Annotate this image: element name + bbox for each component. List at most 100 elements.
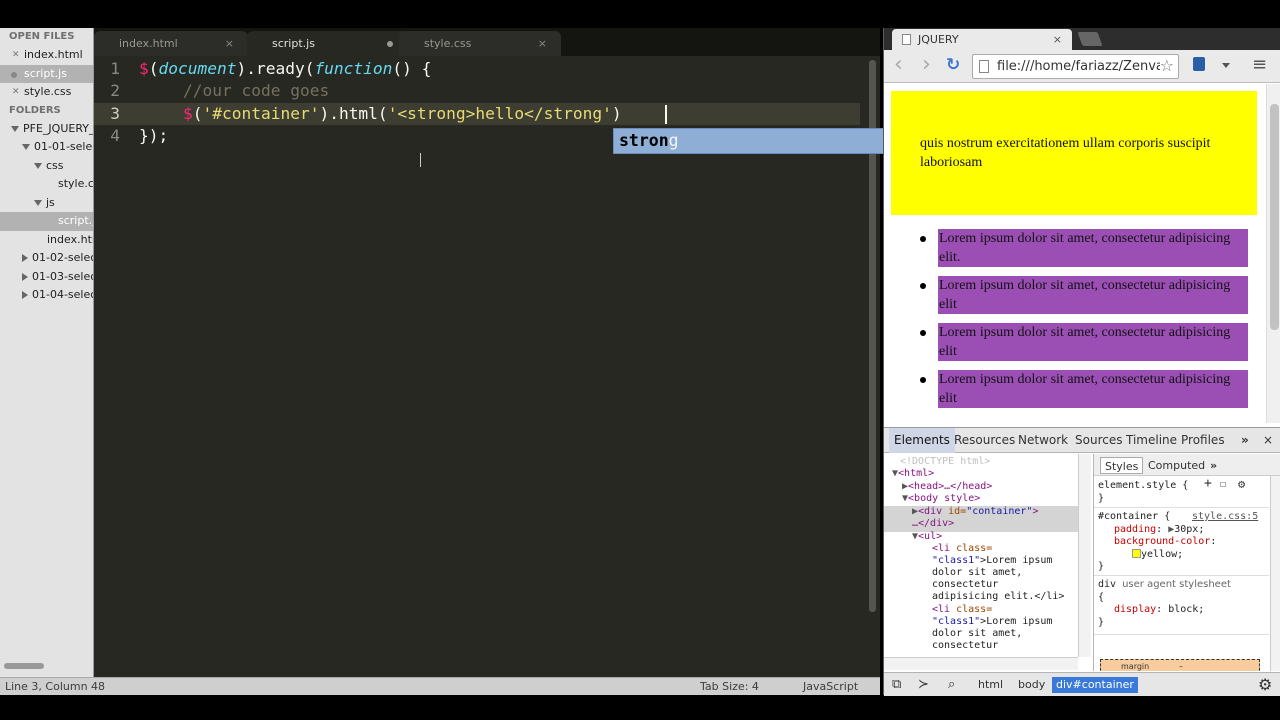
close-icon[interactable]: ×: [538, 31, 547, 56]
dom-text: dolor sit amet,: [932, 567, 1023, 578]
folder-01-02[interactable]: 01-02-selec: [0, 249, 93, 268]
chevron-down-icon[interactable]: [34, 199, 42, 206]
gear-icon[interactable]: ⚙: [1238, 478, 1245, 491]
extension-icon[interactable]: [1193, 57, 1205, 71]
autocomplete-popup[interactable]: strong: [613, 128, 896, 154]
dom-horizontal-scrollbar[interactable]: [884, 657, 1078, 670]
add-rule-icon[interactable]: +: [1204, 477, 1212, 491]
dom-node[interactable]: ▼<html>: [892, 468, 934, 481]
more-tabs-icon[interactable]: »: [1241, 428, 1249, 453]
close-icon[interactable]: ✕: [12, 83, 20, 102]
file-script-js[interactable]: script.j: [0, 212, 93, 231]
dom-node[interactable]: "class1">Lorem ipsum: [932, 555, 1052, 568]
css-declaration-value[interactable]: yellow;: [1132, 549, 1183, 562]
tab-style-css[interactable]: style.css ×: [399, 31, 561, 56]
folder-01-04[interactable]: 01-04-selec: [0, 286, 93, 305]
console-icon[interactable]: ≻: [918, 677, 929, 692]
close-icon[interactable]: ✕: [12, 46, 20, 65]
css-prop: background-color: [1114, 536, 1211, 547]
color-swatch-icon[interactable]: [1132, 549, 1141, 558]
styles-scrollbar[interactable]: [1270, 476, 1280, 671]
tab-script-js[interactable]: script.js: [247, 31, 409, 56]
file-style-css[interactable]: style.c: [0, 175, 93, 194]
address-url: file:///home/fariazz/Zenva: [997, 59, 1164, 74]
new-tab-button[interactable]: [1077, 32, 1103, 46]
css-declaration[interactable]: background-color:: [1114, 536, 1216, 549]
styles-panel[interactable]: Styles Computed » element.style { + ☐ ⚙ …: [1093, 454, 1280, 671]
close-devtools-icon[interactable]: ×: [1263, 428, 1273, 453]
dom-node[interactable]: ▼<ul>: [912, 531, 942, 544]
dom-scrollbar[interactable]: [1078, 454, 1091, 657]
dom-attr: class=: [956, 604, 993, 615]
breadcrumb-html[interactable]: html: [974, 677, 1007, 693]
dom-node[interactable]: <li class=: [932, 604, 992, 617]
page-scrollbar-thumb[interactable]: [1270, 104, 1279, 330]
breadcrumb-body[interactable]: body: [1014, 677, 1049, 693]
more-icon[interactable]: »: [1206, 457, 1221, 474]
folder-01-01[interactable]: 01-01-selec: [0, 138, 93, 157]
bookmark-star-icon[interactable]: ☆: [1159, 55, 1174, 77]
chevron-right-icon[interactable]: [22, 291, 28, 299]
breadcrumb-div-container[interactable]: div#container: [1052, 677, 1138, 693]
menu-icon[interactable]: ≡: [1252, 54, 1267, 75]
chevron-down-icon[interactable]: [34, 162, 42, 169]
tab-size-indicator[interactable]: Tab Size: 4: [700, 678, 759, 695]
tab-profiles[interactable]: Profiles: [1181, 428, 1225, 453]
dom-node[interactable]: "class1">Lorem ipsum: [932, 616, 1052, 629]
file-index-html[interactable]: index.htm: [0, 231, 93, 250]
dropdown-arrow-icon[interactable]: [1222, 63, 1230, 68]
gear-icon[interactable]: ⚙: [1258, 675, 1272, 694]
dom-tag: <html>: [898, 468, 935, 479]
dom-tree-panel[interactable]: <!DOCTYPE html> ▼<html> ▶<head>…</head> …: [884, 454, 1092, 671]
reload-icon[interactable]: ↻: [946, 55, 960, 75]
dom-node[interactable]: ▼<body style>: [902, 493, 980, 506]
search-icon[interactable]: ⌕: [948, 677, 955, 692]
tab-sources[interactable]: Sources: [1075, 428, 1122, 453]
chevron-down-icon[interactable]: [11, 125, 19, 132]
box-model-margin[interactable]: margin –: [1100, 659, 1260, 671]
browser-tab[interactable]: JQUERY ×: [892, 29, 1072, 50]
open-file-script-js[interactable]: script.js: [0, 64, 93, 83]
chevron-down-icon[interactable]: [22, 144, 30, 150]
css-declaration[interactable]: display: block;: [1114, 604, 1204, 617]
syntax-indicator[interactable]: JavaScript: [803, 678, 858, 695]
chevron-right-icon[interactable]: [22, 254, 28, 262]
tab-computed[interactable]: Computed: [1144, 457, 1209, 474]
tab-network[interactable]: Network: [1018, 428, 1068, 453]
dom-node[interactable]: <!DOCTYPE html>: [900, 456, 990, 469]
folder-root[interactable]: PFE_JQUERY_: [0, 120, 93, 139]
dom-node[interactable]: ▶<head>…</head>: [902, 481, 992, 494]
dom-node[interactable]: …</div>: [912, 518, 954, 531]
element-style-rule[interactable]: element.style {: [1098, 480, 1188, 493]
divider: [1094, 634, 1269, 635]
chevron-right-icon[interactable]: [22, 272, 28, 281]
tab-elements[interactable]: Elements: [889, 428, 955, 453]
toggle-state-icon[interactable]: ☐: [1220, 479, 1226, 492]
back-icon[interactable]: ‹: [894, 52, 903, 77]
container-rule-selector[interactable]: #container {: [1098, 511, 1170, 524]
tab-timeline[interactable]: Timeline: [1126, 428, 1177, 453]
style-source-link[interactable]: style.css:5: [1192, 511, 1258, 524]
close-icon[interactable]: ×: [225, 31, 234, 56]
css-declaration[interactable]: padding: ▶30px;: [1114, 524, 1204, 537]
dock-icon[interactable]: ⧉: [892, 677, 901, 692]
sidebar-scrollbar[interactable]: [4, 663, 44, 669]
folder-label: PFE_JQUERY_: [23, 121, 94, 135]
tab-index-html[interactable]: index.html ×: [94, 31, 248, 56]
folder-js[interactable]: js: [0, 194, 93, 213]
folder-01-03[interactable]: 01-03-selec: [0, 268, 93, 287]
ua-rule-selector[interactable]: div user agent stylesheet: [1098, 579, 1231, 592]
page-scrollbar[interactable]: [1266, 84, 1280, 423]
dom-node[interactable]: <li class=: [932, 543, 992, 556]
unsaved-dot-icon[interactable]: [387, 41, 393, 47]
tab-styles[interactable]: Styles: [1100, 457, 1144, 474]
dom-node-selected[interactable]: ▶<div id="container">: [912, 506, 1038, 519]
tab-resources[interactable]: Resources: [954, 428, 1015, 453]
open-file-style-css[interactable]: ✕ style.css: [0, 83, 93, 102]
forward-icon[interactable]: ›: [922, 52, 931, 77]
browser-toolbar: ‹ › ↻ file:///home/fariazz/Zenva ☆ ≡: [884, 50, 1280, 83]
open-file-index-html[interactable]: ✕ index.html: [0, 46, 93, 65]
folder-css[interactable]: css: [0, 157, 93, 176]
address-bar[interactable]: file:///home/fariazz/Zenva ☆: [972, 54, 1179, 79]
close-icon[interactable]: ×: [1053, 29, 1062, 50]
